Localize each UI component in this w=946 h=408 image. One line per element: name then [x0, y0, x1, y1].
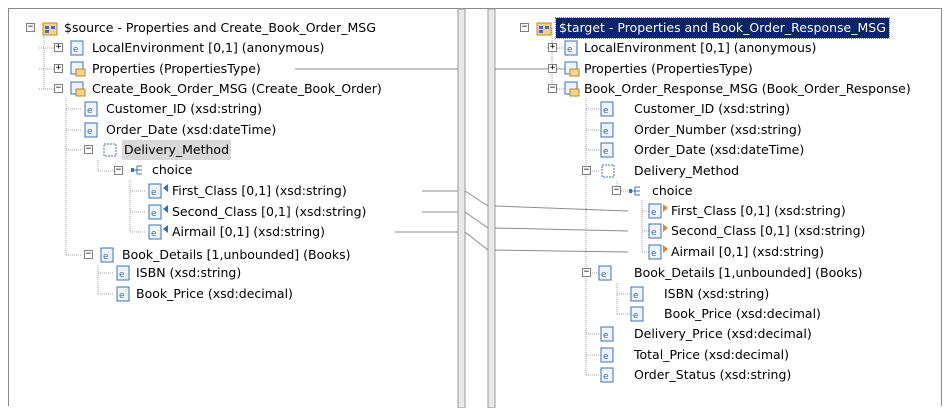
svg-text:e: e	[633, 291, 639, 301]
group-icon	[601, 164, 615, 178]
mapped-arrow-icon	[663, 245, 668, 253]
xsd-element-icon: e	[600, 142, 614, 158]
collapse-icon[interactable]: −	[548, 84, 557, 93]
mapping-line[interactable]	[464, 211, 489, 229]
xsd-element-icon: e	[600, 326, 614, 342]
xsd-element-icon: e	[648, 223, 662, 239]
collapse-icon[interactable]: −	[582, 268, 591, 277]
message-element-icon	[564, 81, 580, 97]
svg-text:e: e	[603, 127, 609, 137]
expand-icon[interactable]: +	[548, 64, 557, 73]
svg-text:e: e	[651, 208, 657, 218]
svg-text:e: e	[651, 228, 657, 238]
xsd-element-icon: e	[630, 286, 644, 302]
target-root-label: $target - Properties and Book_Order_Resp…	[555, 17, 890, 39]
collapse-icon[interactable]: −	[612, 186, 621, 195]
message-tree-root-icon	[536, 22, 552, 36]
svg-text:e: e	[603, 372, 609, 382]
svg-text:e: e	[603, 331, 609, 341]
mapped-arrow-icon	[663, 224, 668, 232]
xsd-element-icon: e	[600, 367, 614, 383]
svg-text:e: e	[633, 311, 639, 321]
xsd-element-icon: e	[600, 347, 614, 363]
xsd-element-icon: e	[648, 203, 662, 219]
mapping-line[interactable]	[464, 190, 489, 207]
xsd-element-icon: e	[600, 122, 614, 138]
mapping-line[interactable]	[464, 231, 489, 251]
xsd-element-icon: e	[598, 265, 612, 281]
expand-icon[interactable]: +	[548, 43, 557, 52]
source-pane-splitter[interactable]	[457, 8, 466, 408]
svg-text:e: e	[603, 147, 609, 157]
xsd-element-icon: e	[564, 40, 578, 56]
xsd-element-icon: e	[630, 306, 644, 322]
svg-text:e: e	[603, 352, 609, 362]
message-element-icon	[564, 61, 580, 77]
xsd-element-icon: e	[600, 101, 614, 117]
svg-text:e: e	[603, 106, 609, 116]
collapse-icon[interactable]: −	[520, 23, 529, 32]
mapped-arrow-icon	[663, 204, 668, 212]
xsd-element-icon: e	[648, 244, 662, 260]
target-tree-pane[interactable]: − $target - Properties and Book_Order_Re…	[496, 0, 946, 408]
collapse-icon[interactable]: −	[582, 166, 591, 175]
target-pane-splitter[interactable]	[487, 8, 496, 408]
svg-text:e: e	[651, 249, 657, 259]
choice-icon	[629, 186, 640, 196]
svg-text:e: e	[567, 45, 573, 55]
svg-text:e: e	[601, 270, 607, 280]
